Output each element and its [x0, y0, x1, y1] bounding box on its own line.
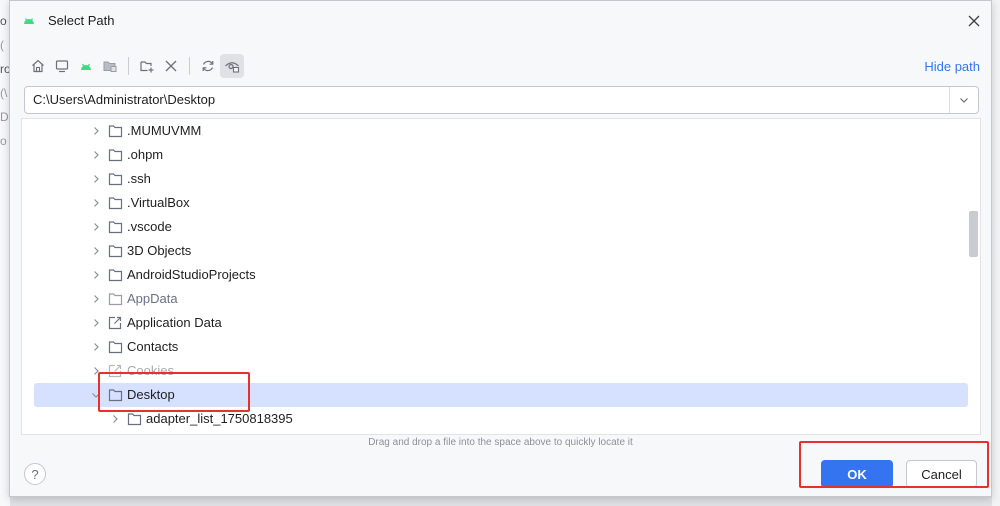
- chevron-down-icon[interactable]: [90, 389, 102, 401]
- home-button[interactable]: [26, 54, 50, 78]
- drag-drop-hint: Drag and drop a file into the space abov…: [368, 437, 633, 448]
- chevron-right-icon[interactable]: [90, 221, 102, 233]
- folder-icon: [108, 341, 123, 354]
- chevron-right-icon[interactable]: [90, 173, 102, 185]
- android-project-icon: [81, 63, 91, 70]
- background-fragment: o: [0, 14, 7, 28]
- folder-icon: [108, 125, 123, 138]
- tree-row[interactable]: AppData: [34, 287, 968, 311]
- folder-icon: [108, 293, 123, 306]
- folder-icon: [108, 197, 123, 210]
- path-history-dropdown-button[interactable]: [949, 87, 978, 113]
- path-input[interactable]: [33, 92, 933, 107]
- path-combobox[interactable]: [24, 86, 979, 114]
- tree-row-label: Contacts: [127, 339, 179, 354]
- tree-row-label: Cookies: [127, 363, 174, 378]
- refresh-icon: [202, 60, 214, 72]
- tree-row[interactable]: .ssh: [34, 167, 968, 191]
- chevron-right-icon[interactable]: [109, 413, 121, 425]
- close-button[interactable]: [963, 10, 985, 32]
- toolbar-separator: [128, 57, 129, 75]
- tree-row-label: .ssh: [127, 171, 151, 186]
- desktop-button[interactable]: [50, 54, 74, 78]
- dialog-titlebar[interactable]: Select Path: [10, 1, 991, 41]
- background-fragment: (: [0, 38, 4, 52]
- tree-row[interactable]: .VirtualBox: [34, 191, 968, 215]
- tree-row[interactable]: AndroidStudioProjects: [34, 263, 968, 287]
- show-hidden-files-toggle[interactable]: [220, 54, 244, 78]
- chevron-right-icon[interactable]: [90, 125, 102, 137]
- show-hidden-icon: [225, 62, 240, 73]
- tree-row-label: AndroidStudioProjects: [127, 267, 256, 282]
- folder-icon: [108, 269, 123, 282]
- project-button[interactable]: [74, 54, 98, 78]
- module-folder-icon: [103, 61, 117, 72]
- tree-row-label: .VirtualBox: [127, 195, 190, 210]
- tree-row-label: .MUMUVMM: [127, 123, 202, 138]
- tree-row[interactable]: Desktop: [34, 383, 968, 407]
- tree-row[interactable]: .vscode: [34, 215, 968, 239]
- new-folder-button[interactable]: [135, 54, 159, 78]
- toolbar: [26, 54, 244, 78]
- background-fragment: o: [0, 134, 7, 148]
- tree-scrollbar-thumb[interactable]: [969, 211, 978, 257]
- chevron-right-icon[interactable]: [90, 197, 102, 209]
- help-button[interactable]: ?: [24, 463, 46, 485]
- tree-row[interactable]: Cookies: [34, 359, 968, 383]
- hide-path-link[interactable]: Hide path: [924, 59, 980, 74]
- folder-icon: [108, 149, 123, 162]
- tree-row-label: 3D Objects: [127, 243, 192, 258]
- background-fragment: (\: [0, 86, 8, 100]
- chevron-right-icon[interactable]: [90, 365, 102, 377]
- background-fragment: D: [0, 110, 9, 124]
- chevron-right-icon[interactable]: [90, 317, 102, 329]
- tree-row-label: adapter_list_1750818395: [146, 411, 293, 426]
- desktop-icon: [55, 60, 69, 73]
- chevron-right-icon[interactable]: [90, 293, 102, 305]
- folder-link-icon: [108, 316, 122, 330]
- close-icon: [968, 15, 980, 27]
- new-folder-icon: [140, 61, 154, 73]
- delete-icon: [165, 60, 177, 72]
- tree-row[interactable]: Application Data: [34, 311, 968, 335]
- folder-icon: [108, 389, 123, 402]
- select-path-dialog: Select Path Hide path C:\Users\Administr…: [9, 0, 992, 497]
- file-tree[interactable]: .MUMUVMM .ohpm .ssh .VirtualBox .vscode 3D Ob…: [21, 118, 981, 435]
- tree-row-label: Application Data: [127, 315, 222, 330]
- chevron-down-icon: [960, 98, 968, 103]
- android-studio-icon: [24, 18, 34, 24]
- tree-row[interactable]: .ohpm: [34, 143, 968, 167]
- folder-icon: [108, 173, 123, 186]
- refresh-button[interactable]: [196, 54, 220, 78]
- dialog-title: Select Path: [48, 13, 115, 28]
- module-button[interactable]: [98, 54, 122, 78]
- folder-icon: [108, 221, 123, 234]
- cancel-button[interactable]: Cancel: [906, 460, 977, 488]
- folder-link-icon: [108, 364, 122, 378]
- tree-row[interactable]: 3D Objects: [34, 239, 968, 263]
- chevron-right-icon[interactable]: [90, 341, 102, 353]
- chevron-right-icon[interactable]: [90, 245, 102, 257]
- chevron-right-icon[interactable]: [90, 149, 102, 161]
- ok-button[interactable]: OK: [821, 460, 893, 488]
- folder-icon: [108, 245, 123, 258]
- tree-row-label: .vscode: [127, 219, 172, 234]
- toolbar-separator: [189, 57, 190, 75]
- folder-icon: [127, 413, 142, 426]
- home-icon: [32, 59, 44, 73]
- tree-row-label: AppData: [127, 291, 178, 306]
- tree-row-label: Desktop: [127, 387, 175, 402]
- tree-row-label: .ohpm: [127, 147, 164, 162]
- delete-button[interactable]: [159, 54, 183, 78]
- background-app-right-edge: [992, 0, 1000, 506]
- chevron-right-icon[interactable]: [90, 269, 102, 281]
- tree-row[interactable]: .MUMUVMM: [34, 119, 968, 143]
- tree-row[interactable]: adapter_list_1750818395: [34, 407, 968, 431]
- tree-row[interactable]: Contacts: [34, 335, 968, 359]
